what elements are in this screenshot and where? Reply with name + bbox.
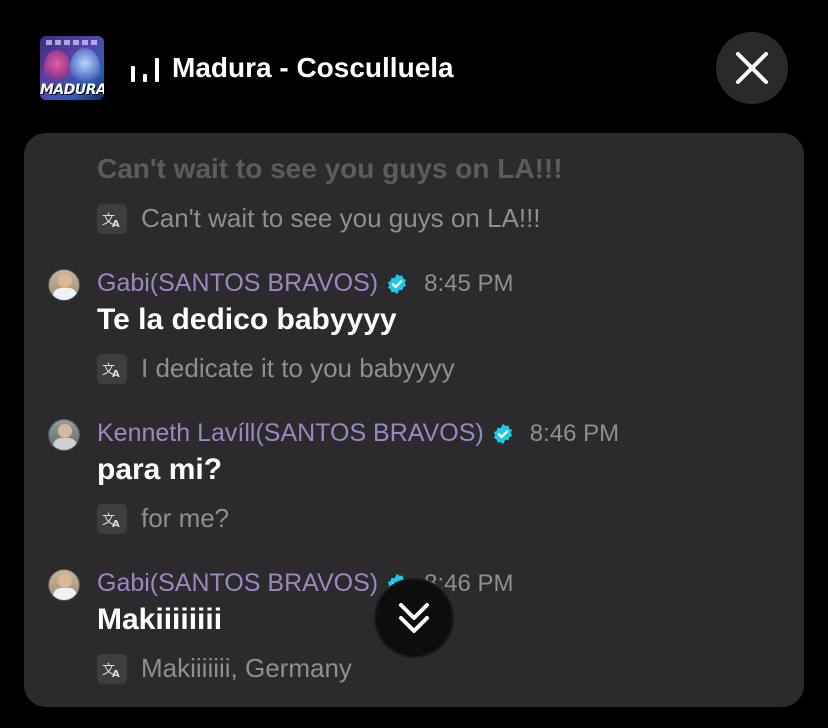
translate-icon: 文A <box>97 353 127 384</box>
song-title: Madura - Cosculluela <box>172 52 454 83</box>
scroll-to-bottom-button[interactable] <box>376 580 452 656</box>
avatar[interactable] <box>48 269 80 301</box>
author-name[interactable]: Gabi(SANTOS BRAVOS) <box>97 569 378 598</box>
verified-badge-icon <box>493 423 512 444</box>
message-meta: Gabi(SANTOS BRAVOS) 8:46 PM <box>97 569 513 598</box>
translation-row: 文A Can't wait to see you guys on LA!!! <box>97 203 541 234</box>
faded-message: Can't wait to see you guys on LA!!! <box>97 153 563 184</box>
translation-text: I dedicate it to you babyyyy <box>141 353 455 383</box>
svg-text:A: A <box>112 219 120 230</box>
translation-text: Can't wait to see you guys on LA!!! <box>141 203 541 233</box>
translate-icon: 文A <box>97 503 127 534</box>
message-meta: Gabi(SANTOS BRAVOS) 8:45 PM <box>97 269 513 298</box>
album-art-title: MADURA <box>40 82 104 98</box>
close-button[interactable] <box>716 32 788 104</box>
svg-text:A: A <box>112 669 120 680</box>
avatar[interactable] <box>48 419 80 451</box>
album-art: MADURA <box>40 36 104 100</box>
svg-text:A: A <box>112 369 120 380</box>
translation-row: 文A I dedicate it to you babyyyy <box>97 353 455 384</box>
message-time: 8:45 PM <box>424 269 514 297</box>
translation-text: for me? <box>141 503 230 533</box>
close-icon <box>736 52 768 84</box>
message-meta: Kenneth Lavíll(SANTOS BRAVOS) 8:46 PM <box>97 419 619 448</box>
svg-text:A: A <box>112 519 120 530</box>
message-text: Te la dedico babyyyy <box>97 303 397 336</box>
double-chevron-down-icon <box>399 603 429 633</box>
author-name[interactable]: Kenneth Lavíll(SANTOS BRAVOS) <box>97 419 484 448</box>
avatar[interactable] <box>48 569 80 601</box>
translation-row: 文A Makiiiiiii, Germany <box>97 653 352 684</box>
equalizer-icon <box>131 58 159 82</box>
message-text: para mi? <box>97 453 223 486</box>
message-time: 8:46 PM <box>529 419 620 447</box>
message-text: Makiiiiiiii <box>97 603 223 636</box>
translation-row: 文A for me? <box>97 503 229 534</box>
translate-icon: 文A <box>97 203 127 234</box>
author-name[interactable]: Gabi(SANTOS BRAVOS) <box>97 269 378 298</box>
header: MADURA Madura - Cosculluela <box>0 0 828 130</box>
translation-text: Makiiiiiii, Germany <box>141 653 352 683</box>
verified-badge-icon <box>388 273 407 294</box>
translate-icon: 文A <box>97 653 127 684</box>
